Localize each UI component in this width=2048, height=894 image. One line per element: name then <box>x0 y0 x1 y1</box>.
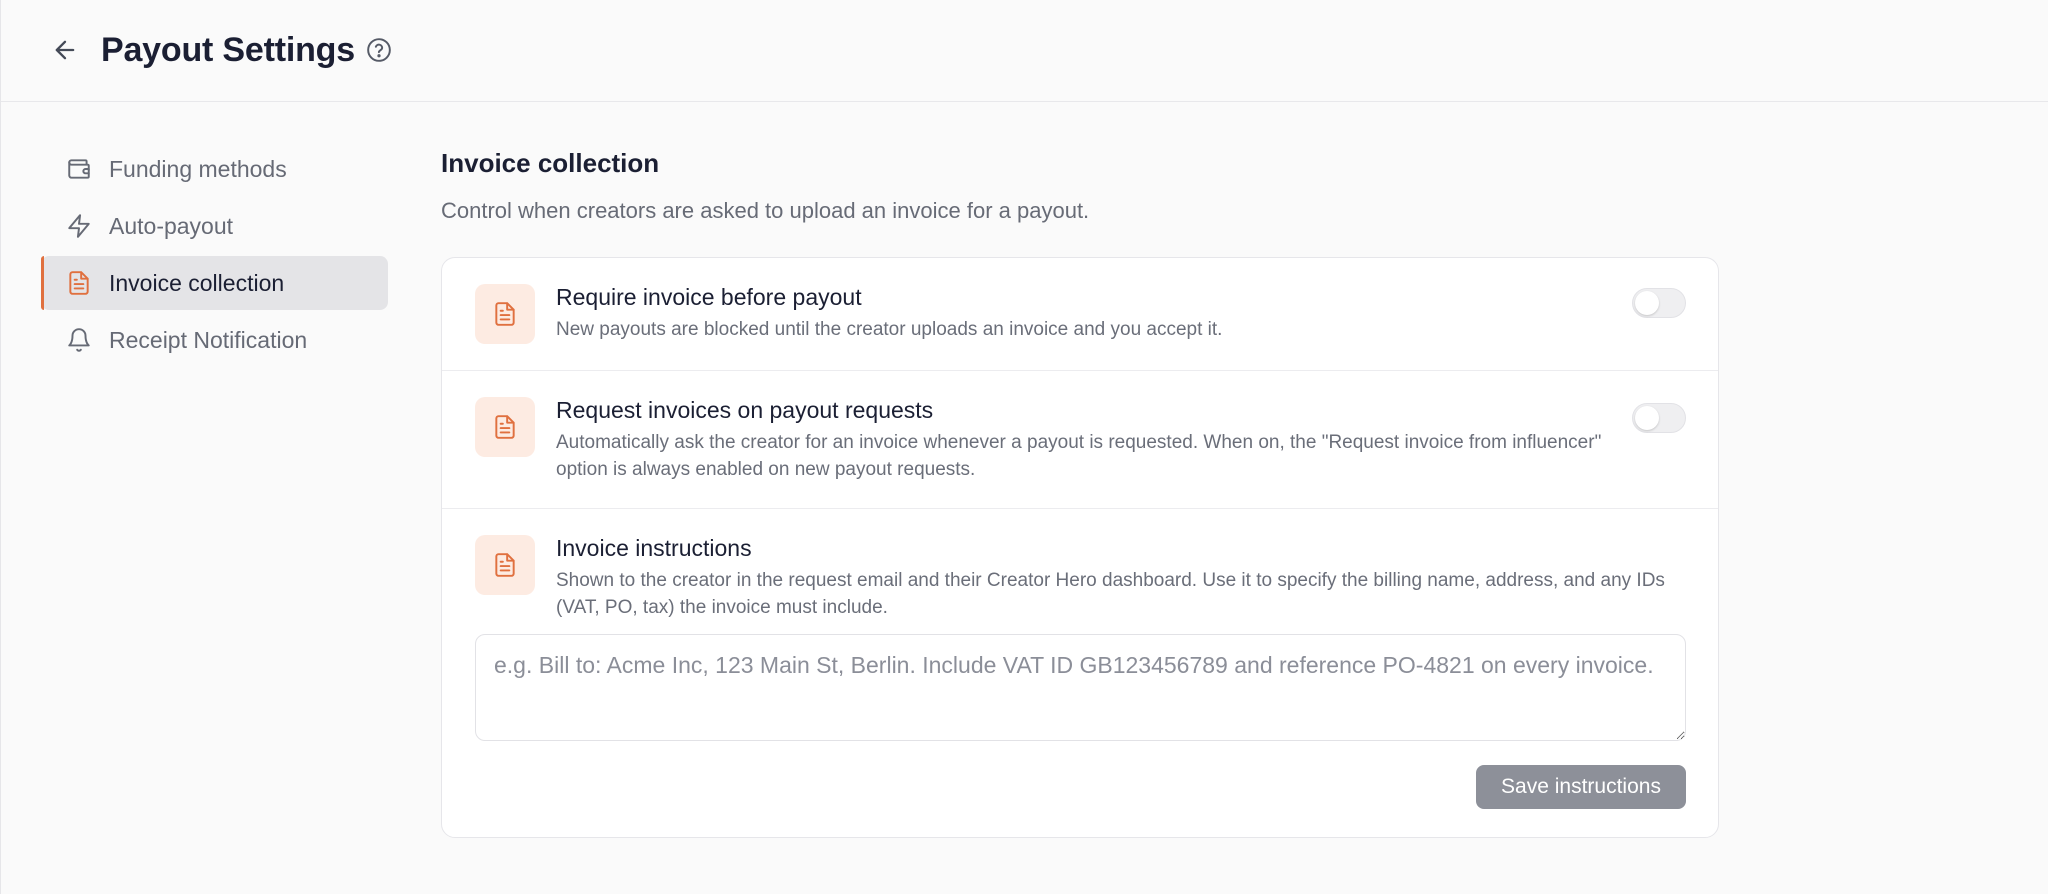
setting-title: Require invoice before payout <box>556 284 862 310</box>
setting-title: Request invoices on payout requests <box>556 397 934 423</box>
setting-description: Automatically ask the creator for an inv… <box>556 432 1602 480</box>
toggle-knob <box>1635 406 1659 430</box>
arrow-left-icon <box>55 40 75 60</box>
save-instructions-button[interactable]: Save instructions <box>1476 765 1686 809</box>
sidebar-item-funding-methods[interactable]: Funding methods <box>41 142 388 196</box>
question-circle-icon <box>367 38 391 62</box>
document-icon <box>475 535 535 595</box>
document-icon <box>475 284 535 344</box>
bell-icon <box>65 326 93 354</box>
sidebar-item-label: Invoice collection <box>109 269 285 296</box>
document-icon <box>65 269 93 297</box>
setting-row-request-invoices: Request invoices on payout requests Auto… <box>442 371 1718 509</box>
sidebar-item-label: Auto-payout <box>109 212 234 239</box>
section-title: Invoice collection <box>441 148 660 178</box>
sidebar-item-label: Receipt Notification <box>109 326 308 353</box>
page-header: Payout Settings <box>1 0 2048 102</box>
toggle-knob <box>1635 291 1659 315</box>
payout-settings-app: Payout Settings Funding methods Auto-pay… <box>0 0 2048 894</box>
settings-sidebar: Funding methods Auto-payout Invoice coll… <box>41 142 388 370</box>
require-invoice-toggle[interactable] <box>1632 288 1686 318</box>
help-button[interactable] <box>365 36 393 64</box>
invoice-settings-card: Require invoice before payout New payout… <box>441 257 1719 838</box>
section-description: Control when creators are asked to uploa… <box>441 198 1090 223</box>
wallet-icon <box>65 155 93 183</box>
setting-description: Shown to the creator in the request emai… <box>556 570 1665 618</box>
document-icon <box>475 397 535 457</box>
setting-row-invoice-instructions: Invoice instructions Shown to the creato… <box>442 509 1718 837</box>
request-invoices-toggle[interactable] <box>1632 403 1686 433</box>
page-title: Payout Settings <box>101 31 355 69</box>
setting-title: Invoice instructions <box>556 535 752 561</box>
lightning-icon <box>65 212 93 240</box>
setting-description: New payouts are blocked until the creato… <box>556 319 1223 340</box>
sidebar-item-label: Funding methods <box>109 155 287 182</box>
invoice-instructions-textarea[interactable] <box>475 634 1686 741</box>
sidebar-item-auto-payout[interactable]: Auto-payout <box>41 199 388 253</box>
back-button[interactable] <box>45 30 85 70</box>
sidebar-item-receipt-notification[interactable]: Receipt Notification <box>41 313 388 367</box>
setting-row-require-invoice: Require invoice before payout New payout… <box>442 258 1718 371</box>
sidebar-item-invoice-collection[interactable]: Invoice collection <box>41 256 388 310</box>
